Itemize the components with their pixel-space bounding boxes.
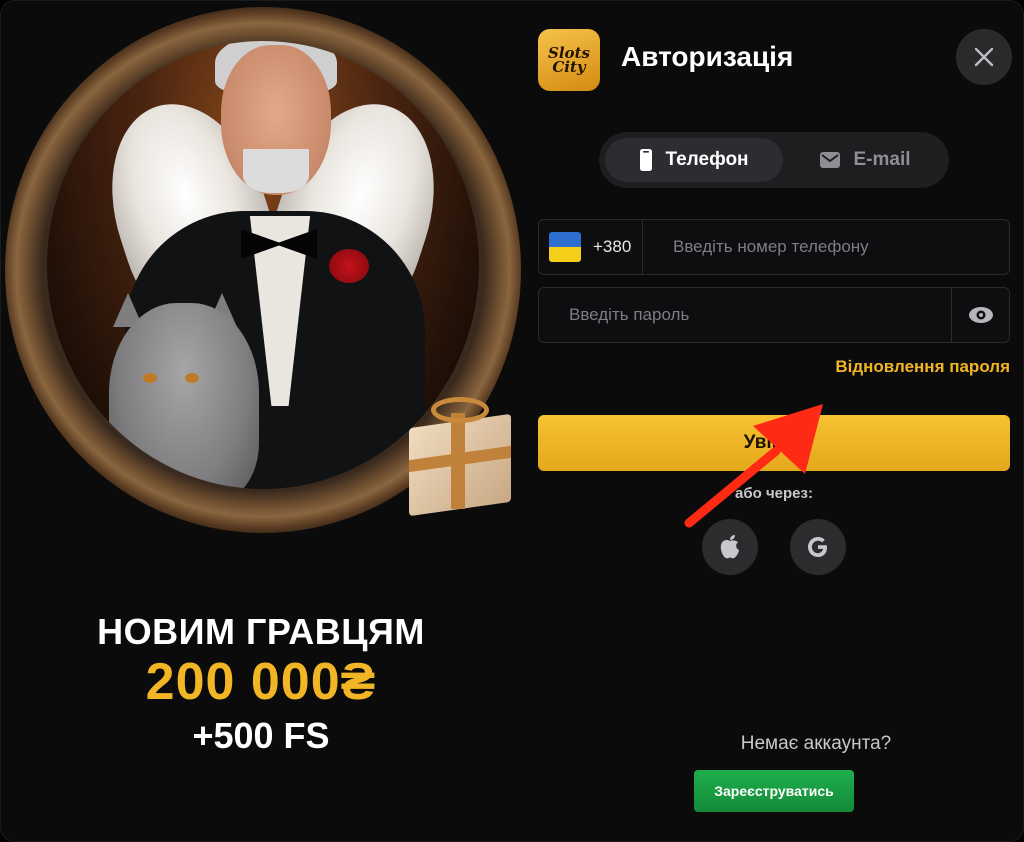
close-button[interactable] [956, 29, 1012, 85]
promo-banner: НОВИМ ГРАВЦЯМ 200 000₴ +500 FS [1, 1, 521, 841]
toggle-password-visibility[interactable] [951, 288, 1009, 342]
tab-email-label: E-mail [853, 149, 911, 170]
phone-input[interactable] [673, 220, 1003, 274]
promo-bonus-amount: 200 000₴ [145, 653, 377, 711]
country-code: +380 [593, 237, 632, 256]
beard [243, 149, 309, 193]
password-field [538, 287, 1010, 343]
promo-headline: НОВИМ ГРАВЦЯМ [97, 611, 425, 652]
rose [329, 249, 369, 283]
cat-eye [185, 373, 199, 383]
close-icon [974, 47, 994, 67]
login-method-tabs: Телефон E-mail [599, 132, 949, 188]
tab-phone-label: Телефон [665, 149, 749, 170]
logo-text: Slots City [548, 44, 590, 76]
country-code-select[interactable]: +380 [539, 220, 643, 274]
mail-icon [820, 152, 841, 168]
apple-icon [720, 535, 739, 559]
promo-free-spins: +500 FS [192, 715, 330, 756]
tab-email[interactable]: E-mail [787, 138, 943, 182]
cat [109, 303, 259, 489]
auth-modal: НОВИМ ГРАВЦЯМ 200 000₴ +500 FS Slots Cit… [0, 0, 1024, 842]
tab-phone[interactable]: Телефон [605, 138, 783, 182]
google-icon [808, 537, 827, 557]
ukraine-flag-icon [549, 232, 581, 262]
eye-icon [968, 307, 993, 323]
recover-password-link[interactable]: Відновлення пароля [761, 357, 1010, 377]
cat-eye [143, 373, 157, 383]
modal-title: Авторизація [621, 41, 794, 72]
phone-icon [640, 149, 653, 171]
gift-icon [403, 397, 517, 517]
brand-logo: Slots City [538, 29, 600, 91]
password-input[interactable] [569, 288, 949, 342]
phone-field: +380 [538, 219, 1010, 275]
annotation-arrow-icon [684, 404, 823, 528]
no-account-text: Немає аккаунта? [740, 733, 892, 754]
register-button[interactable]: Зареєструватись [694, 770, 854, 812]
